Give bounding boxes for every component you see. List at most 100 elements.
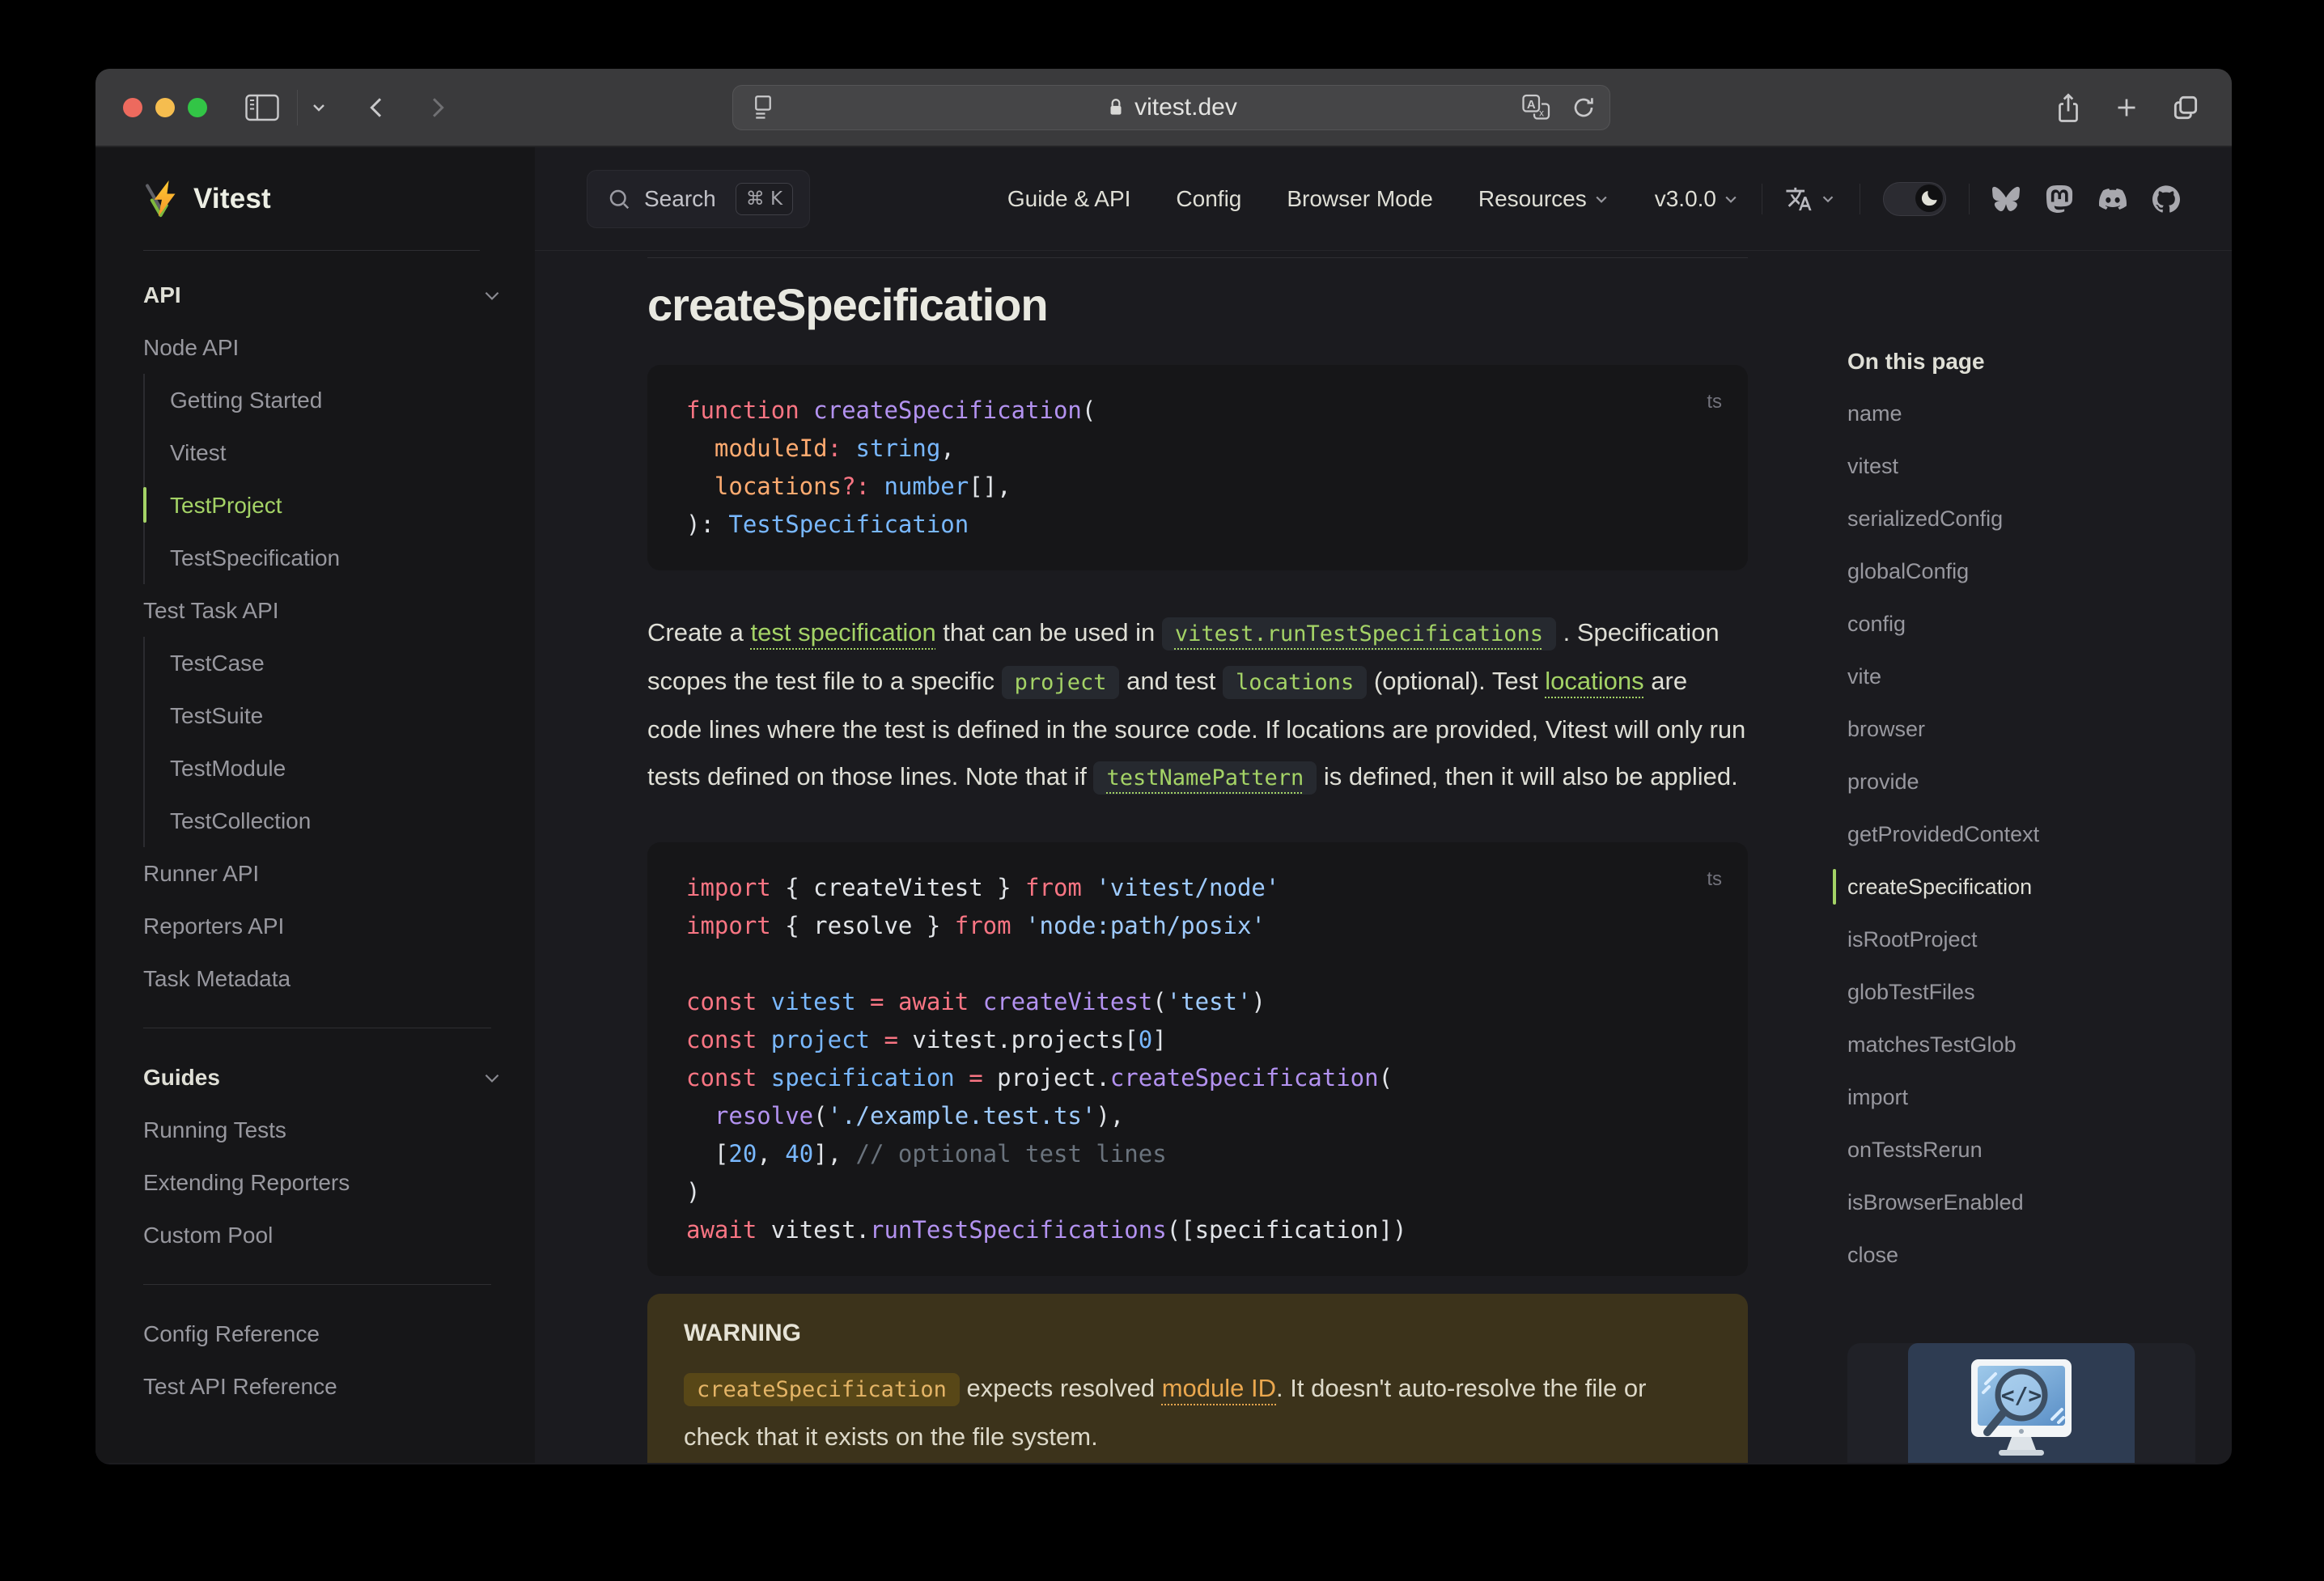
outline-item-serializedconfig[interactable]: serializedConfig	[1847, 493, 2232, 545]
outline-item-isbrowserenabled[interactable]: isBrowserEnabled	[1847, 1176, 2232, 1229]
sidebar-item-custom-pool[interactable]: Custom Pool	[143, 1209, 503, 1261]
nav-item-resources[interactable]: Resources	[1478, 186, 1609, 212]
nav-item-v3-0-0[interactable]: v3.0.0	[1655, 186, 1739, 212]
search-button[interactable]: Search ⌘ K	[587, 169, 811, 228]
sponsor-illustration: </>	[1908, 1343, 2135, 1463]
sidebar-label: Test Task API	[143, 597, 279, 623]
code-line: await vitest.runTestSpecifications([spec…	[686, 1216, 1407, 1244]
search-icon	[607, 187, 631, 211]
browser-toolbar: vitest.dev A x	[95, 69, 2232, 147]
outline-item-ontestsrerun[interactable]: onTestsRerun	[1847, 1124, 2232, 1176]
outline-item-config[interactable]: config	[1847, 598, 2232, 651]
code-line: const specification = project.createSpec…	[686, 1064, 1393, 1091]
outline-item-vite[interactable]: vite	[1847, 651, 2232, 703]
sidebar-item-testproject[interactable]: TestProject	[143, 479, 503, 532]
sidebar-item-reporters-api[interactable]: Reporters API	[143, 900, 503, 952]
sidebar-item-extending-reporters[interactable]: Extending Reporters	[143, 1156, 503, 1209]
minimize-window-button[interactable]	[155, 97, 175, 117]
sidebar-item-test-task-api[interactable]: Test Task API	[143, 584, 503, 637]
nav-item-browser-mode[interactable]: Browser Mode	[1287, 186, 1433, 212]
nav-item-label: Resources	[1478, 185, 1587, 211]
nav-item-label: Guide & API	[1007, 185, 1131, 211]
toolbar-divider	[297, 89, 298, 125]
sidebar-toggle-icon[interactable]	[245, 94, 279, 121]
nav-links: Guide & API Config Browser Mode Resources v3…	[1007, 186, 1739, 212]
sidebar-item-running-tests[interactable]: Running Tests	[143, 1104, 503, 1156]
outline-item-provide[interactable]: provide	[1847, 756, 2232, 808]
sidebar-item-vitest[interactable]: Vitest	[170, 426, 503, 479]
sidebar-section-api[interactable]: API	[143, 269, 503, 321]
github-icon[interactable]	[2152, 184, 2180, 213]
sidebar-item-testcase[interactable]: TestCase	[170, 637, 503, 689]
sidebar-section-guides[interactable]: Guides	[143, 1051, 503, 1104]
sidebar-item-runner-api[interactable]: Runner API	[143, 847, 503, 900]
tab-overview-icon[interactable]	[2170, 92, 2201, 123]
navbar-divider	[1969, 183, 1970, 214]
theme-toggle[interactable]	[1883, 181, 1946, 216]
sidebar-item-testsuite[interactable]: TestSuite	[170, 689, 503, 742]
sidebar-label: Running Tests	[143, 1117, 286, 1142]
sidebar: Vitest API Node API Getting Started Vitest T…	[95, 147, 535, 1463]
code-line: ): TestSpecification	[686, 511, 969, 538]
bluesky-icon[interactable]	[1992, 185, 2020, 213]
forward-button[interactable]	[424, 95, 450, 121]
new-tab-icon[interactable]	[2112, 93, 2141, 122]
svg-text:</>: </>	[2001, 1382, 2042, 1409]
description-paragraph: Create a test specification that can be …	[647, 609, 1748, 802]
chevron-down-icon[interactable]	[309, 98, 329, 117]
nav-item-config[interactable]: Config	[1176, 186, 1241, 212]
outline-item-name[interactable]: name	[1847, 388, 2232, 440]
sidebar-item-testcollection[interactable]: TestCollection	[170, 795, 503, 847]
sponsor-card[interactable]: </>	[1847, 1343, 2195, 1463]
sidebar-item-node-api[interactable]: Node API	[143, 321, 503, 374]
inline-link[interactable]: locations	[1545, 667, 1643, 695]
url-text: vitest.dev	[1134, 94, 1237, 121]
page-title: createSpecification	[647, 257, 1748, 331]
address-bar[interactable]: vitest.dev A x	[732, 85, 1610, 130]
mastodon-icon[interactable]	[2046, 184, 2073, 213]
outline-item-globalconfig[interactable]: globalConfig	[1847, 545, 2232, 598]
inline-code-link[interactable]: vitest.runTestSpecifications	[1161, 617, 1557, 651]
inline-link[interactable]: test specification	[751, 618, 936, 646]
nav-item-guide-api[interactable]: Guide & API	[1007, 186, 1131, 212]
code-content: import { createVitest } from 'vitest/nod…	[686, 869, 1709, 1249]
reload-icon[interactable]	[1571, 95, 1597, 121]
sidebar-label: Guides	[143, 1064, 220, 1090]
outline-item-getprovidedcontext[interactable]: getProvidedContext	[1847, 808, 2232, 861]
close-window-button[interactable]	[123, 97, 142, 117]
share-icon[interactable]	[2054, 91, 2083, 124]
zoom-window-button[interactable]	[188, 97, 207, 117]
outline-item-matchestestglob[interactable]: matchesTestGlob	[1847, 1019, 2232, 1071]
code-line: import { createVitest } from 'vitest/nod…	[686, 874, 1280, 901]
inline-link[interactable]: module ID	[1162, 1374, 1276, 1402]
discord-icon[interactable]	[2099, 185, 2127, 213]
sidebar-label: Custom Pool	[143, 1222, 274, 1248]
inline-code-link[interactable]: testNamePattern	[1093, 761, 1317, 795]
inline-code: createSpecification	[684, 1373, 960, 1406]
sidebar-item-test-api-reference[interactable]: Test API Reference	[143, 1360, 503, 1413]
nav-item-label: Browser Mode	[1287, 185, 1433, 211]
sidebar-item-task-metadata[interactable]: Task Metadata	[143, 952, 503, 1005]
sidebar-item-getting-started[interactable]: Getting Started	[170, 374, 503, 426]
outline-item-import[interactable]: import	[1847, 1071, 2232, 1124]
sidebar-item-config-reference[interactable]: Config Reference	[143, 1308, 503, 1360]
outline-item-browser[interactable]: browser	[1847, 703, 2232, 756]
outline-item-isrootproject[interactable]: isRootProject	[1847, 913, 2232, 966]
outline-item-createspecification[interactable]: createSpecification	[1833, 861, 2232, 913]
site-logo[interactable]: Vitest	[95, 147, 535, 251]
sidebar-item-testspecification[interactable]: TestSpecification	[170, 532, 503, 584]
back-button[interactable]	[364, 95, 390, 121]
translate-icon[interactable]: A x	[1520, 93, 1553, 122]
outline-item-close[interactable]: close	[1847, 1229, 2232, 1282]
chevron-down-icon	[481, 285, 503, 306]
warning-text: createSpecification expects resolved mod…	[684, 1365, 1711, 1460]
social-links	[1992, 184, 2180, 213]
code-line: resolve('./example.test.ts'),	[714, 1102, 1125, 1130]
language-menu[interactable]	[1785, 185, 1837, 213]
outline-item-globtestfiles[interactable]: globTestFiles	[1847, 966, 2232, 1019]
sidebar-item-testmodule[interactable]: TestModule	[170, 742, 503, 795]
outline-item-vitest[interactable]: vitest	[1847, 440, 2232, 493]
code-line: import { resolve } from 'node:path/posix…	[686, 912, 1266, 939]
code-lang-badge: ts	[1707, 868, 1722, 890]
